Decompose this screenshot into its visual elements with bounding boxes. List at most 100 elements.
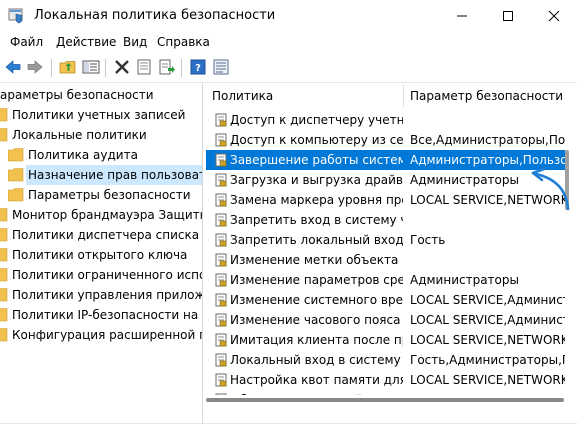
table-row[interactable]: Изменение системного врем... LOCAL SERVIC… xyxy=(206,290,565,310)
policy-name: Доступ к диспетчеру учетных... xyxy=(230,113,403,127)
policy-icon xyxy=(215,273,227,287)
up-folder-icon xyxy=(59,61,76,74)
policy-icon xyxy=(215,153,227,167)
maximize-button[interactable] xyxy=(485,0,531,32)
tree-item-label: Политики открытого ключа xyxy=(12,248,188,262)
security-policy-window: Локальная политика безопасности Файл Дей… xyxy=(0,0,577,441)
folder-icon xyxy=(0,288,8,302)
table-row[interactable]: Изменение часового пояса LOCAL SERVICE,Ад… xyxy=(206,310,565,330)
policy-icon xyxy=(215,133,227,147)
delete-icon xyxy=(115,60,129,74)
delete-button[interactable] xyxy=(112,57,132,77)
tree-item-label: Политики учетных записей xyxy=(12,108,186,122)
policy-icon xyxy=(215,213,227,227)
policy-icon xyxy=(215,233,227,247)
policy-setting: LOCAL SERVICE,Администр xyxy=(410,293,565,307)
policy-setting: LOCAL SERVICE,NETWORK S xyxy=(410,373,565,387)
table-row[interactable]: Имитация клиента после про... LOCAL SERVI… xyxy=(206,330,565,350)
tree-item-label: Политики управления приложениями xyxy=(12,288,203,302)
policy-name: Изменение системного врем... xyxy=(230,293,403,307)
export-list-button[interactable] xyxy=(157,57,177,77)
menu-view[interactable]: Вид xyxy=(123,35,147,49)
minimize-icon xyxy=(457,15,467,17)
policy-icon xyxy=(215,373,227,387)
table-row[interactable]: Локальный вход в систему Гость,Администра… xyxy=(206,350,565,370)
help-button[interactable]: ? xyxy=(188,57,208,77)
properties-button[interactable] xyxy=(134,57,154,77)
policy-icon xyxy=(215,353,227,367)
table-row[interactable]: Загрузка и выгрузка драйвер...Администра… xyxy=(206,170,565,190)
policy-name: Запретить вход в систему че... xyxy=(230,213,403,227)
folder-icon xyxy=(0,228,8,242)
security-policy-icon xyxy=(8,8,23,24)
table-row[interactable]: Завершение работы системы Администраторы,… xyxy=(206,150,565,170)
policy-name: Завершение работы системы xyxy=(230,153,403,167)
properties-icon xyxy=(137,59,151,75)
menu-help[interactable]: Справка xyxy=(157,35,210,49)
policy-setting: LOCAL SERVICE,NETWORK S xyxy=(410,333,565,347)
policy-icon xyxy=(215,113,227,127)
tree-item-label: Параметры безопасности xyxy=(28,188,191,202)
toolbar-separator xyxy=(51,59,52,77)
column-header-setting[interactable]: Параметр безопасности xyxy=(410,83,565,109)
close-icon xyxy=(548,10,560,22)
policy-name: Изменение часового пояса xyxy=(230,313,401,327)
help-topics-icon xyxy=(213,59,229,75)
tree-item-label: араметры безопасности xyxy=(0,88,154,102)
folder-icon xyxy=(8,188,24,202)
table-row[interactable]: Запретить локальный вход Гость xyxy=(206,230,565,250)
folder-icon xyxy=(0,248,8,262)
folder-icon xyxy=(0,328,8,342)
up-level-button[interactable] xyxy=(58,57,78,77)
horizontal-scroll-thumb[interactable] xyxy=(206,398,564,402)
folder-icon xyxy=(0,268,8,282)
policy-icon xyxy=(215,313,227,327)
folder-icon xyxy=(0,108,8,122)
back-arrow-icon xyxy=(5,60,21,74)
policy-name: Доступ к компьютеру из сети xyxy=(230,133,403,147)
status-bar xyxy=(0,423,577,441)
table-row[interactable]: Доступ к диспетчеру учетных... xyxy=(206,110,565,130)
help-topics-button[interactable] xyxy=(211,57,231,77)
help-icon: ? xyxy=(190,59,206,75)
table-row[interactable]: Запретить вход в систему че... xyxy=(206,210,565,230)
show-hide-tree-icon xyxy=(82,60,100,74)
menu-bar: Файл Действие Вид Справка xyxy=(0,32,577,54)
policy-setting: Все,Администраторы,Пол xyxy=(410,133,565,147)
policy-icon xyxy=(215,193,227,207)
back-button[interactable] xyxy=(3,57,23,77)
policy-icon xyxy=(215,253,227,267)
column-header-policy[interactable]: Политика xyxy=(212,83,402,109)
menu-file[interactable]: Файл xyxy=(10,35,43,49)
table-row[interactable]: Замена маркера уровня про... LOCAL SERVIC… xyxy=(206,190,565,210)
table-row[interactable]: Изменение параметров сред... Администрато… xyxy=(206,270,565,290)
minimize-button[interactable] xyxy=(439,0,485,32)
policy-name: Загрузка и выгрузка драйвер... xyxy=(230,173,403,187)
tree-item-label: Конфигурация расширенной полит xyxy=(12,328,202,342)
policy-icon xyxy=(215,333,227,347)
window-title: Локальная политика безопасности xyxy=(34,8,276,23)
annotation-arrow-icon xyxy=(531,167,570,211)
table-row[interactable]: Изменение метки объекта xyxy=(206,250,565,270)
policy-list: Политика Параметр безопасности Доступ к … xyxy=(206,83,565,395)
table-row[interactable]: Настройка квот памяти для п... LOCAL SERV… xyxy=(206,370,565,390)
toolbar-separator xyxy=(181,59,182,77)
forward-button[interactable] xyxy=(25,57,45,77)
tree-item-label: Назначение прав пользователя xyxy=(26,165,202,185)
menu-action[interactable]: Действие xyxy=(56,35,116,49)
forward-arrow-icon xyxy=(27,60,43,74)
show-hide-tree-button[interactable] xyxy=(81,57,101,77)
close-button[interactable] xyxy=(531,0,577,32)
tree-item-label: Политика аудита xyxy=(28,148,138,162)
console-tree: араметры безопасности Политики учетных з… xyxy=(0,83,203,423)
policy-icon xyxy=(215,293,227,307)
table-row[interactable]: Доступ к компьютеру из сети Все,Администр… xyxy=(206,130,565,150)
column-divider[interactable] xyxy=(403,85,404,107)
vertical-scrollbar[interactable] xyxy=(565,83,577,395)
policy-icon xyxy=(215,173,227,187)
policy-name: Запретить локальный вход xyxy=(230,233,403,247)
policy-name: Замена маркера уровня про... xyxy=(230,193,403,207)
maximize-icon xyxy=(503,11,513,21)
folder-icon xyxy=(0,308,8,322)
policy-name: Изменение метки объекта xyxy=(230,253,399,267)
